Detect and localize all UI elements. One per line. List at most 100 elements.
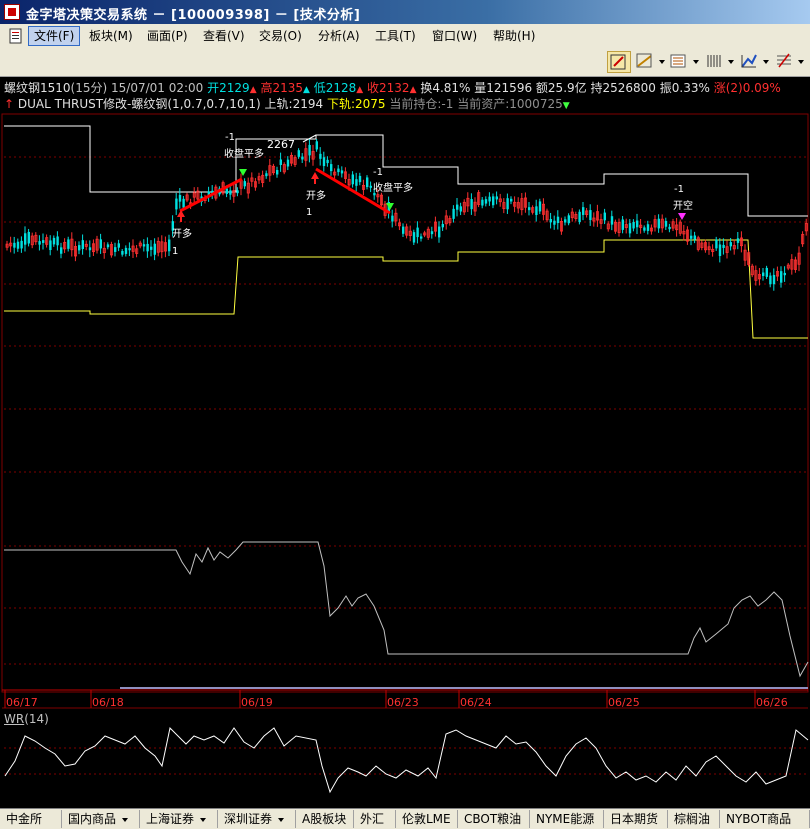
date-label: 06/17 [6,696,38,709]
low-value: 低2128 [313,81,357,95]
candle-body [38,241,41,245]
candle-body [355,179,358,186]
tab-cffex[interactable]: 中金所 [0,810,62,828]
candle-body [470,199,473,210]
candle-body [528,207,531,211]
candle-body [736,238,740,243]
indicator-list-icon[interactable] [668,51,692,73]
turnover-value: 换4.81% [420,81,471,95]
candle-body [715,239,718,249]
lower-band-value: 下轨:2075 [326,97,386,111]
candle-body [578,211,581,223]
chart-grid [1,113,809,775]
signal-close-long: 收盘平多 [224,147,264,160]
menu-analysis[interactable]: 分析(A) [313,27,365,45]
bar-chart-icon[interactable] [703,51,727,73]
candle-body [492,196,495,206]
tab-cbot[interactable]: CBOT粮油 [458,810,530,828]
candle-body [81,240,84,250]
lower-band-line [4,239,808,339]
candle-body [412,232,416,243]
candle-body [24,233,27,245]
candle-body [495,196,498,200]
line-tool-icon[interactable] [634,51,658,73]
date-label: 06/26 [756,696,788,709]
candle-body [484,199,488,204]
candle-body [279,159,282,165]
equity-curve [4,541,809,678]
chevron-down-icon[interactable] [798,60,804,64]
tab-forex[interactable]: 外汇 [354,810,396,828]
candle-body [286,159,290,167]
holding-value: 当前持仓:-1 [389,97,454,111]
candle-body [27,231,30,244]
down-arrow-icon [678,213,686,220]
document-icon[interactable] [8,28,24,44]
menu-view[interactable]: 查看(V) [198,27,250,45]
date-label: 06/19 [241,696,273,709]
tab-nybot[interactable]: NYBOT商品 [720,810,810,828]
draw-mode-icon[interactable] [607,51,631,73]
candle-body [297,150,300,157]
down-arrow-icon [386,203,394,210]
menu-sector[interactable]: 板块(M) [84,27,138,45]
menu-view-screen[interactable]: 画面(P) [142,27,193,45]
chevron-down-icon[interactable] [693,60,699,64]
peak-price-label: 2267 [267,138,295,151]
candle-body [358,175,362,183]
menu-trade[interactable]: 交易(O) [254,27,307,45]
datetime-label: 15/07/01 02:00 [111,81,204,95]
candle-body [481,199,484,206]
candle-body [420,236,423,239]
candle-body [178,194,182,202]
window-title: 金字塔决策交易系统 － [100009398] － [技术分析] [26,8,361,23]
period-label: (15分) [70,81,108,95]
assets-value: 当前资产:1000725 [457,97,563,111]
candle-body [567,215,570,224]
candle-body [729,242,732,247]
candle-body [772,274,776,285]
candle-body [456,204,459,210]
candle-body [128,248,131,251]
menu-tools[interactable]: 工具(T) [370,27,421,45]
date-axis: 06/17 06/18 06/19 06/23 06/24 06/25 06/26 [4,690,788,709]
tab-shanghai-securities[interactable]: 上海证券 [140,810,218,828]
up-arrow-icon: ▲ [356,85,364,95]
chevron-down-icon [278,817,285,822]
up-arrow-icon: ↑ [4,97,15,111]
candle-body [452,208,455,219]
tab-lme[interactable]: 伦敦LME [396,810,458,828]
chevron-down-icon[interactable] [659,60,665,64]
candle-body [236,190,239,194]
tab-domestic-commodities[interactable]: 国内商品 [62,810,140,828]
menu-file[interactable]: 文件(F) [28,26,81,46]
candle-body [150,246,153,250]
candle-body [690,235,693,239]
chart-area[interactable]: 开多1-1收盘平多2267开多1-1收盘平多 -1开空 06/17 06/18 06/… [0,76,810,808]
menu-window[interactable]: 窗口(W) [427,27,482,45]
candle-body [265,173,268,177]
chevron-down-icon[interactable] [763,60,769,64]
menu-help[interactable]: 帮助(H) [488,27,540,45]
date-label: 06/18 [92,696,124,709]
strategy-name: DUAL THRUST修改-螺纹钢(1,0.7,0.7,10,1) [17,97,261,111]
fib-tool-icon[interactable] [773,51,797,73]
tab-nyme[interactable]: NYME能源 [530,810,604,828]
date-label: 06/24 [460,696,492,709]
candle-body [114,247,117,252]
candle-body [430,231,434,235]
chart-style-icon[interactable] [738,51,762,73]
candle-body [589,210,592,221]
tab-japan-futures[interactable]: 日本期货 [604,810,668,828]
tab-a-share-sectors[interactable]: A股板块 [296,810,354,828]
candle-body [668,226,671,230]
chevron-down-icon[interactable] [728,60,734,64]
candle-body [16,241,20,249]
candle-body [783,272,786,276]
position-value: 持2526800 [590,81,656,95]
candle-body [121,251,124,255]
tab-palm-oil[interactable]: 棕榈油 [668,810,720,828]
wr-indicator-label[interactable]: WR(14) [4,712,49,726]
candle-body [632,221,635,229]
tab-shenzhen-securities[interactable]: 深圳证券 [218,810,296,828]
